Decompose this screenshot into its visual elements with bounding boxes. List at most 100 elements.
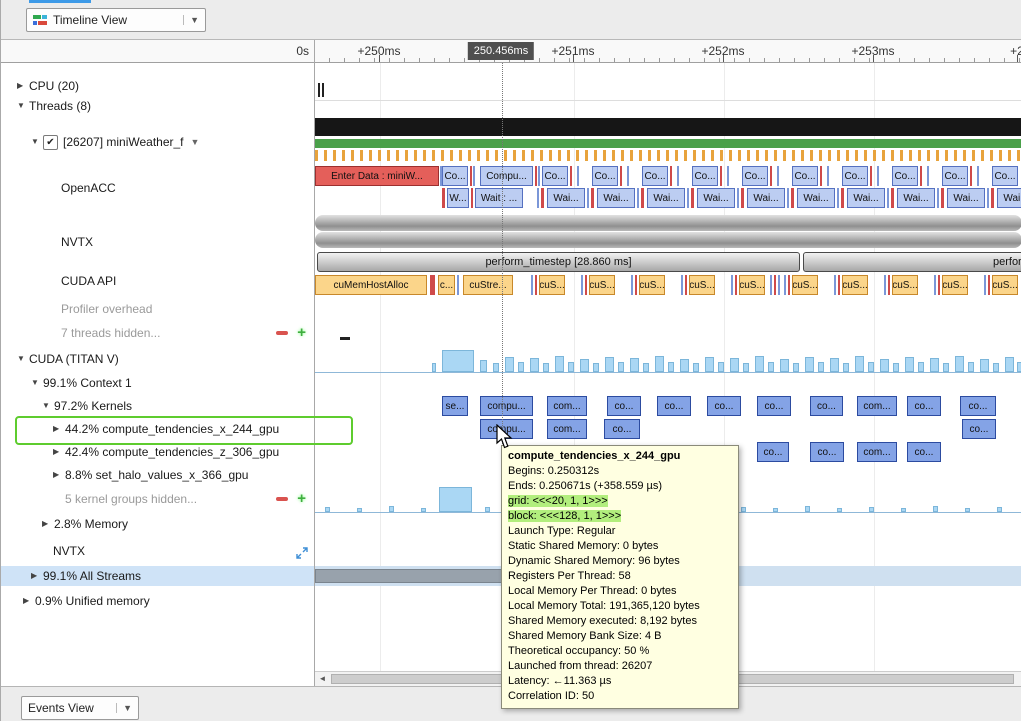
sidebar-row-kernel-z[interactable]: ▶42.4% compute_tendencies_z_306_gpu <box>1 442 314 462</box>
kernel-z-row-bar[interactable]: co... <box>907 442 941 462</box>
cuda-api-row-bar[interactable]: cuS... <box>639 275 665 295</box>
kernel-z-row-bar[interactable]: com... <box>857 442 897 462</box>
openacc-compute-bar[interactable]: Co... <box>642 166 668 186</box>
kernel-z-row-bar[interactable]: co... <box>810 442 844 462</box>
sidebar-row-threads-hidden[interactable]: 7 threads hidden...+ <box>1 323 314 343</box>
sidebar-row-kernel-x[interactable]: ▶44.2% compute_tendencies_x_244_gpu <box>1 419 314 439</box>
openacc-wait-bar[interactable]: Wai... <box>997 188 1021 208</box>
openacc-compute-bar[interactable]: Co... <box>692 166 718 186</box>
kernels-summary-bar[interactable]: co... <box>657 396 691 416</box>
openacc-compute-bar[interactable]: Co... <box>592 166 618 186</box>
cuda-api-row-bar[interactable]: cuS... <box>942 275 968 295</box>
cuda-api-row-bar[interactable]: cuS... <box>792 275 818 295</box>
kernel-x-row-bar[interactable]: co... <box>604 419 640 439</box>
row-dropdown-caret-icon[interactable]: ▼ <box>191 132 200 152</box>
kernels-summary-bar[interactable]: co... <box>757 396 791 416</box>
openacc-compute-bar[interactable]: Co... <box>542 166 568 186</box>
sidebar-row-cpu[interactable]: ▶CPU (20) <box>1 76 314 96</box>
sidebar-row-unified[interactable]: ▶0.9% Unified memory <box>1 591 314 611</box>
expand-arrow-icon[interactable]: ▶ <box>42 514 54 534</box>
events-view-dropdown[interactable]: Events View ▼ <box>21 696 139 720</box>
collapse-arrow-icon[interactable]: ▼ <box>17 96 29 116</box>
sidebar-row-kernel-halo[interactable]: ▶8.8% set_halo_values_x_366_gpu <box>1 465 314 485</box>
openacc-wait-bar[interactable]: Wai... <box>547 188 585 208</box>
kernels-summary-bar[interactable]: se... <box>442 396 468 416</box>
expand-arrow-icon[interactable]: ▶ <box>53 419 65 439</box>
sidebar-row-context1[interactable]: ▼99.1% Context 1 <box>1 373 314 393</box>
kernels-summary-bar[interactable]: co... <box>707 396 741 416</box>
sidebar-row-cuda-api[interactable]: CUDA API <box>1 271 314 291</box>
expand-arrow-icon[interactable]: ▶ <box>53 442 65 462</box>
openacc-compute-bar[interactable]: Enter Data : miniW... <box>315 166 439 186</box>
expand-arrow-icon[interactable]: ▶ <box>23 591 35 611</box>
openacc-compute-bar[interactable]: Co... <box>892 166 918 186</box>
openacc-wait-bar[interactable]: Wai... <box>897 188 935 208</box>
openacc-compute-bar[interactable]: Co... <box>792 166 818 186</box>
scroll-left-arrow-icon[interactable]: ◄ <box>315 672 330 686</box>
openacc-wait-bar[interactable]: Wai... <box>947 188 985 208</box>
collapse-arrow-icon[interactable]: ▼ <box>42 396 54 416</box>
sidebar-row-kernels-hidden[interactable]: 5 kernel groups hidden...+ <box>1 489 314 509</box>
collapse-arrow-icon[interactable]: ▼ <box>31 132 43 152</box>
cuda-api-row-bar[interactable]: cuS... <box>539 275 565 295</box>
kernels-summary-bar[interactable]: co... <box>960 396 996 416</box>
show-row-button[interactable]: + <box>297 489 306 509</box>
kernels-summary-bar[interactable]: co... <box>907 396 941 416</box>
cuda-api-row-bar[interactable]: cuS... <box>992 275 1018 295</box>
cuda-api-row-bar[interactable]: cuS... <box>589 275 615 295</box>
thread-checkbox[interactable]: ✔ <box>43 135 58 150</box>
kernels-summary-bar[interactable]: com... <box>547 396 587 416</box>
openacc-compute-bar[interactable]: Co... <box>992 166 1018 186</box>
kernels-summary-bar[interactable]: co... <box>607 396 641 416</box>
sidebar-row-nvtx-thread[interactable]: NVTX <box>1 232 314 252</box>
sidebar-row-profiler-overhead[interactable]: Profiler overhead <box>1 299 314 319</box>
hide-row-button[interactable] <box>276 323 288 343</box>
sidebar-row-openacc[interactable]: OpenACC <box>1 178 314 198</box>
kernel-z-row-bar[interactable]: co... <box>757 442 789 462</box>
cuda-api-row-bar[interactable]: c... <box>438 275 455 295</box>
sidebar-row-kernels[interactable]: ▼97.2% Kernels <box>1 396 314 416</box>
expand-arrow-icon[interactable]: ▶ <box>17 76 29 96</box>
show-row-button[interactable]: + <box>297 323 306 343</box>
sidebar-row-streams[interactable]: ▶99.1% All Streams <box>1 566 314 586</box>
openacc-wait-bar[interactable]: Wai... <box>647 188 685 208</box>
hide-row-button[interactable] <box>276 489 288 509</box>
openacc-wait-bar[interactable]: Wai... <box>697 188 735 208</box>
time-marker-badge[interactable]: 250.456ms <box>468 42 534 60</box>
sidebar-row-memory[interactable]: ▶2.8% Memory <box>1 514 314 534</box>
kernels-summary-bar[interactable]: co... <box>810 396 843 416</box>
openacc-wait-bar[interactable]: W... <box>447 188 469 208</box>
expand-arrow-icon[interactable]: ▶ <box>31 566 43 586</box>
openacc-compute-bar[interactable]: Co... <box>942 166 968 186</box>
view-selector-dropdown[interactable]: Timeline View ▼ <box>26 8 206 32</box>
collapse-arrow-icon[interactable]: ▼ <box>31 373 43 393</box>
openacc-wait-bar[interactable]: Wai... <box>847 188 885 208</box>
nvtx-ranges-bar[interactable]: perform_timestep [28.860 ms] <box>317 252 800 272</box>
cuda-api-row-bar[interactable]: cuS... <box>739 275 765 295</box>
panel-splitter[interactable] <box>314 40 315 686</box>
cuda-api-row-bar[interactable]: cuS... <box>842 275 868 295</box>
collapse-arrow-icon[interactable]: ▼ <box>17 349 29 369</box>
sidebar-row-threads[interactable]: ▼Threads (8) <box>1 96 314 116</box>
openacc-wait-bar[interactable]: Wai... <box>597 188 635 208</box>
openacc-compute-bar[interactable]: Co... <box>842 166 868 186</box>
openacc-compute-bar[interactable]: Compu... <box>480 166 533 186</box>
expand-row-icon[interactable] <box>296 545 308 565</box>
cuda-api-row-bar[interactable]: cuMemHostAlloc <box>315 275 427 295</box>
sidebar-row-process[interactable]: ▼✔[26207] miniWeather_f▼ <box>1 132 314 152</box>
kernels-summary-bar[interactable]: compu... <box>480 396 533 416</box>
openacc-wait-bar[interactable]: Wait : ... <box>475 188 523 208</box>
openacc-wait-bar[interactable]: Wai... <box>747 188 785 208</box>
cuda-api-row-bar[interactable]: cuS... <box>689 275 715 295</box>
cuda-api-row-bar[interactable]: cuStre... <box>463 275 513 295</box>
kernels-summary-bar[interactable]: com... <box>857 396 897 416</box>
kernel-x-row-bar[interactable]: com... <box>547 419 587 439</box>
nvtx-ranges-bar[interactable]: perform_timestep [2.073 ms] <box>803 252 1021 272</box>
openacc-compute-bar[interactable]: Co... <box>442 166 468 186</box>
sidebar-row-nvtx-ctx[interactable]: NVTX <box>1 541 314 561</box>
openacc-compute-bar[interactable]: Co... <box>742 166 768 186</box>
kernel-x-row-bar[interactable]: co... <box>962 419 996 439</box>
expand-arrow-icon[interactable]: ▶ <box>53 465 65 485</box>
openacc-wait-bar[interactable]: Wai... <box>797 188 835 208</box>
sidebar-row-cuda-device[interactable]: ▼CUDA (TITAN V) <box>1 349 314 369</box>
